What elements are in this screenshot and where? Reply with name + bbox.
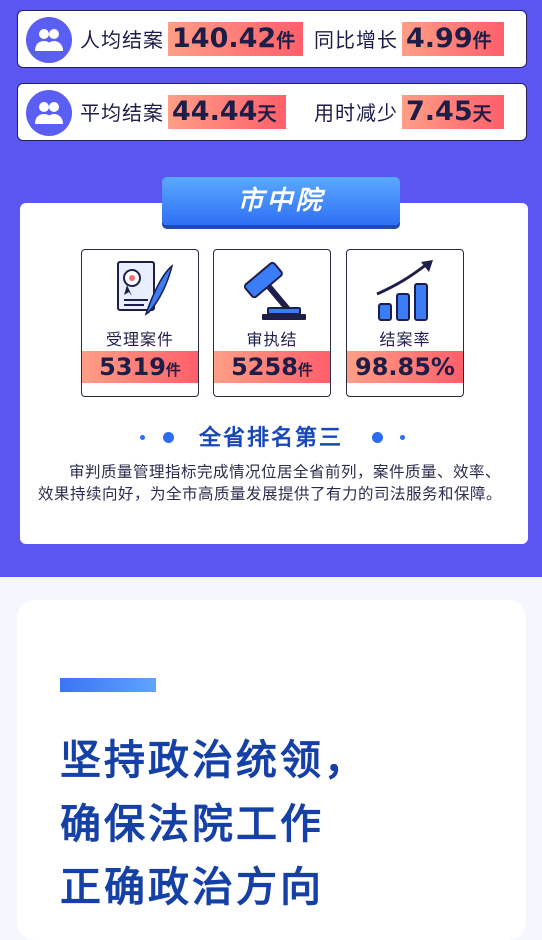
stat-unit: 天: [257, 103, 277, 125]
kpi-value: 5258件: [214, 351, 330, 383]
decor-dot: [400, 435, 405, 440]
stat-value: 140.42: [172, 23, 277, 54]
stat-card-average-days: 平均结案 44.44天 用时减少 7.45天: [17, 83, 527, 141]
kpi-closure-rate: 结案率 98.85%: [346, 249, 464, 397]
kpi-cases-accepted: 受理案件 5319件: [81, 249, 199, 397]
stat-value-highlight: 140.42件: [168, 22, 303, 56]
rank-title: 全省排名第三: [198, 426, 343, 451]
description-text: 审判质量管理指标完成情况位居全省前列，案件质量、效率、效果持续向好，为全市高质量…: [38, 463, 503, 503]
stat-unit: 件: [276, 30, 296, 52]
certificate-quill-icon: [117, 261, 174, 316]
kpi-number: 5258: [231, 353, 298, 381]
kpi-number: 5319: [99, 353, 166, 381]
kpi-unit: 件: [297, 361, 313, 379]
kpi-value: 98.85%: [347, 351, 463, 383]
kpi-number: 98.85%: [355, 353, 455, 381]
decor-dot: [372, 432, 383, 443]
users-icon: [26, 17, 72, 63]
stat-value-highlight: 4.99件: [402, 22, 504, 56]
bar-growth-icon: [376, 260, 433, 321]
stat-value: 4.99: [406, 23, 473, 54]
stat-label: 用时减少: [314, 101, 398, 125]
stat-label: 同比增长: [314, 28, 398, 52]
headline-line-1: 坚持政治统领，: [60, 736, 368, 784]
accent-bar: [60, 678, 156, 692]
users-icon: [26, 90, 72, 136]
kpi-label: 受理案件: [105, 330, 174, 349]
stat-value: 7.45: [406, 96, 473, 127]
court-name-tag: 市中院: [162, 177, 400, 225]
headline-line-2: 确保法院工作: [60, 800, 324, 848]
kpi-unit: 件: [165, 361, 181, 379]
headline-line-3: 正确政治方向: [60, 863, 324, 911]
stat-value: 44.44: [172, 96, 258, 127]
kpi-label: 审执结: [246, 330, 298, 349]
kpi-value: 5319件: [82, 351, 198, 383]
stat-unit: 件: [472, 30, 492, 52]
stat-label: 人均结案: [80, 28, 164, 52]
stat-value-highlight: 7.45天: [402, 95, 504, 129]
stat-card-per-capita: 人均结案 140.42件 同比增长 4.99件: [17, 10, 527, 68]
stat-label: 平均结案: [80, 101, 164, 125]
stat-value-highlight: 44.44天: [168, 95, 286, 129]
stat-unit: 天: [472, 103, 492, 125]
gavel-icon: [243, 261, 306, 320]
kpi-cases-closed: 审执结 5258件: [213, 249, 331, 397]
kpi-label: 结案率: [379, 330, 431, 349]
